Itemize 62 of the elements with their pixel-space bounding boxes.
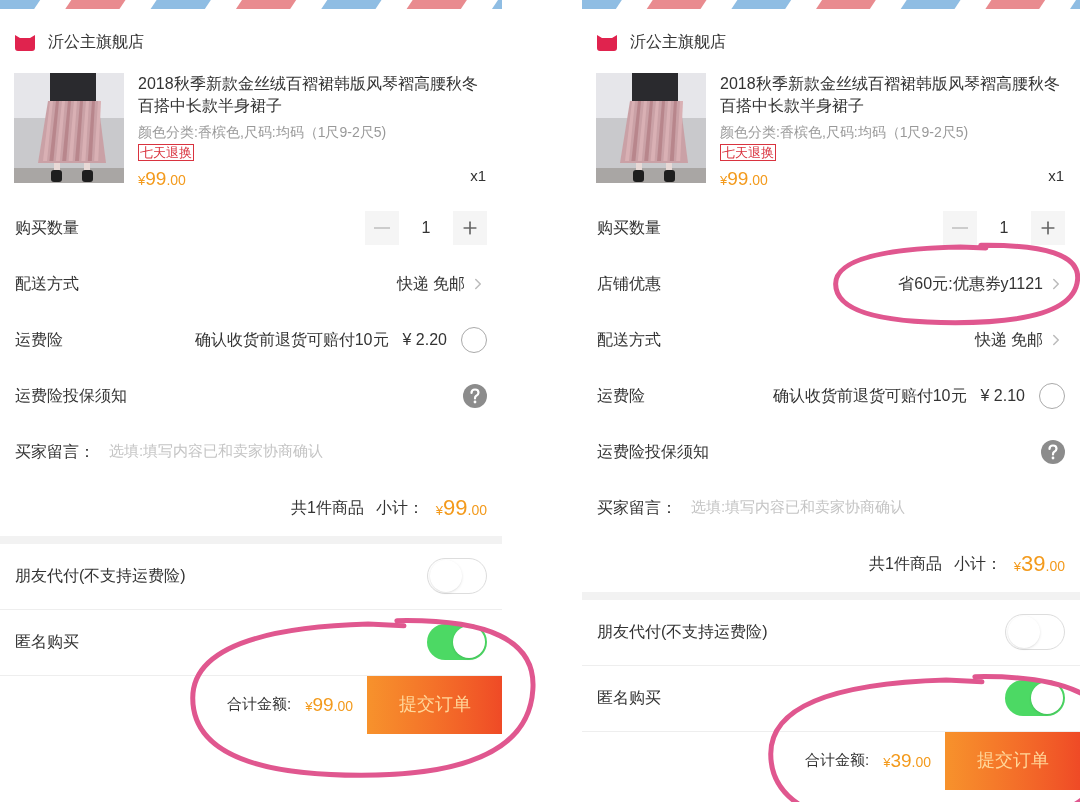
product-title[interactable]: 2018秋季新款金丝绒百褶裙韩版风琴褶高腰秋冬百搭中长款半身裙子: [138, 73, 483, 117]
total-label: 合计金额:: [805, 750, 870, 771]
product-variant: 颜色分类:香槟色,尺码:均码（1尺9-2尺5): [720, 123, 970, 142]
insurance-price: ¥ 2.20: [402, 329, 447, 350]
row-label: 运费险: [15, 329, 63, 350]
row-label: 配送方式: [15, 273, 79, 294]
quantity-label: x1: [470, 166, 486, 186]
row-label: 运费险投保须知: [597, 441, 709, 462]
insurance-radio[interactable]: [461, 326, 487, 353]
store-name[interactable]: 沂公主旗舰店: [630, 30, 726, 54]
toggle-switch[interactable]: [1005, 680, 1065, 716]
total-price: ¥39.00: [883, 751, 931, 770]
insurance-price: ¥ 2.10: [980, 385, 1025, 406]
store-name[interactable]: 沂公主旗舰店: [48, 30, 144, 54]
insurance-note: 确认收货前退货可赔付10元: [772, 385, 967, 406]
toggle-label: 朋友代付(不支持运费险): [15, 566, 186, 586]
toggle-switch[interactable]: [427, 558, 487, 594]
item-count: 共1件商品: [868, 553, 942, 574]
message-field[interactable]: 选填:填写内容已和卖家协商确认: [691, 496, 1065, 519]
option-value[interactable]: 快递 免邮: [396, 271, 465, 296]
increase-button[interactable]: [1031, 210, 1065, 245]
minus-icon: [374, 226, 390, 229]
row-label: 买家留言：: [15, 441, 95, 462]
row-label: 运费险: [597, 385, 645, 406]
shop-logo-icon: [596, 33, 618, 51]
row-label: 购买数量: [597, 217, 661, 238]
product-variant: 颜色分类:香槟色,尺码:均码（1尺9-2尺5): [138, 123, 388, 142]
quantity-value: 1: [998, 217, 1010, 238]
item-count: 共1件商品: [290, 497, 364, 518]
insurance-note: 确认收货前退货可赔付10元: [194, 329, 389, 350]
quantity-value: 1: [420, 217, 432, 238]
return-tag: 七天退换: [138, 144, 194, 161]
product-title[interactable]: 2018秋季新款金丝绒百褶裙韩版风琴褶高腰秋冬百搭中长款半身裙子: [720, 73, 1065, 117]
subtotal-label: 小计：: [953, 553, 1002, 574]
option-value[interactable]: 省60元:优惠券y1121: [898, 271, 1043, 296]
increase-button[interactable]: [453, 210, 487, 245]
message-field[interactable]: 选填:填写内容已和卖家协商确认: [109, 440, 487, 463]
insurance-radio[interactable]: [1039, 382, 1065, 409]
subtotal-label: 小计：: [375, 497, 424, 518]
quantity-label: x1: [1048, 166, 1064, 186]
toggle-switch[interactable]: [427, 624, 487, 660]
total-price: ¥99.00: [305, 695, 353, 714]
row-label: 运费险投保须知: [15, 385, 127, 406]
toggle-label: 朋友代付(不支持运费险): [597, 622, 768, 642]
subtotal-price: ¥99.00: [435, 496, 487, 519]
row-label: 配送方式: [597, 329, 661, 350]
subtotal-price: ¥39.00: [1013, 552, 1065, 575]
help-icon[interactable]: [1041, 439, 1065, 464]
product-price: ¥99.00: [720, 168, 768, 188]
shop-logo-icon: [14, 33, 36, 51]
row-label: 买家留言：: [597, 497, 677, 518]
return-tag: 七天退换: [720, 144, 776, 161]
product-price: ¥99.00: [138, 168, 186, 188]
minus-icon: [952, 226, 968, 229]
row-label: 店铺优惠: [597, 273, 661, 294]
toggle-switch[interactable]: [1005, 614, 1065, 650]
toggle-label: 匿名购买: [597, 688, 661, 708]
row-label: 购买数量: [15, 217, 79, 238]
total-label: 合计金额:: [227, 694, 292, 715]
help-icon[interactable]: [463, 383, 487, 408]
option-value[interactable]: 快递 免邮: [974, 327, 1043, 352]
toggle-label: 匿名购买: [15, 632, 79, 652]
